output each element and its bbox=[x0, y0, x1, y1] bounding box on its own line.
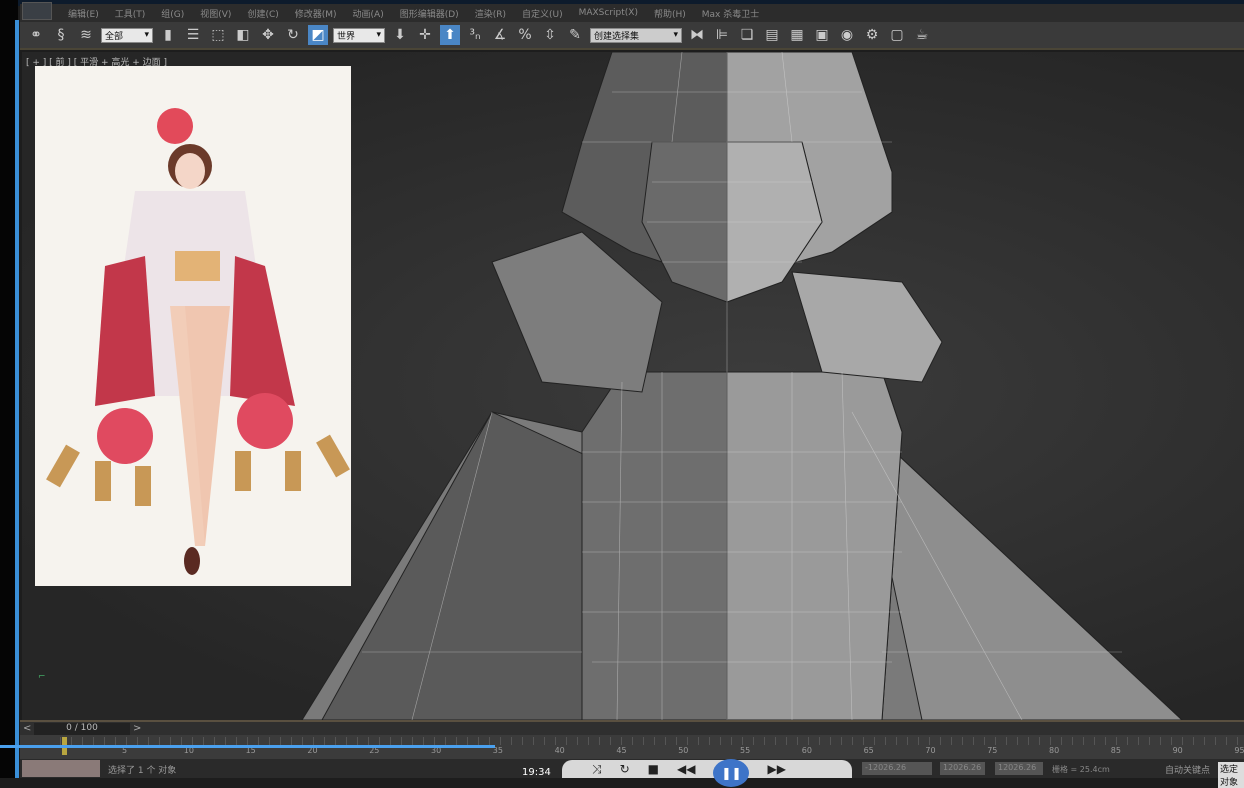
mesh-body-right bbox=[726, 371, 903, 720]
keyboard-shortcut-icon[interactable]: ⬆ bbox=[440, 25, 460, 45]
menu-animation[interactable]: 动画(A) bbox=[345, 7, 392, 20]
render-teapot-icon[interactable]: ☕ bbox=[912, 25, 932, 45]
character-illustration bbox=[46, 108, 350, 575]
layer-manager-icon[interactable]: ❏ bbox=[737, 25, 757, 45]
time-slider[interactable]: < 0 / 100 > bbox=[20, 720, 1244, 735]
select-by-name-icon[interactable]: ☰ bbox=[183, 25, 203, 45]
curve-editor-icon[interactable]: ▦ bbox=[787, 25, 807, 45]
chevron-down-icon: ▾ bbox=[144, 30, 149, 40]
tick-label: 45 bbox=[616, 746, 627, 755]
menu-modifiers[interactable]: 修改器(M) bbox=[287, 7, 345, 20]
prev-frame-icon[interactable]: < bbox=[23, 723, 31, 734]
coord-value: 世界 bbox=[337, 31, 356, 42]
material-editor-icon[interactable]: ◉ bbox=[837, 25, 857, 45]
menu-customize[interactable]: 自定义(U) bbox=[514, 7, 571, 20]
mesh-collar-left bbox=[491, 231, 663, 393]
scale-icon[interactable]: ◩ bbox=[308, 25, 328, 45]
rendered-frame-icon[interactable]: ▢ bbox=[887, 25, 907, 45]
z-coordinate-field[interactable]: 12026.26 bbox=[995, 762, 1043, 775]
next-frame-icon[interactable]: > bbox=[133, 723, 141, 734]
frame-counter[interactable]: 0 / 100 bbox=[34, 723, 130, 735]
menu-antivirus[interactable]: Max 杀毒卫士 bbox=[694, 7, 767, 20]
tick-label: 90 bbox=[1172, 746, 1183, 755]
render-setup-icon[interactable]: ⚙ bbox=[862, 25, 882, 45]
reference-image bbox=[35, 66, 351, 586]
loop-icon[interactable]: ↻ bbox=[620, 762, 630, 776]
tick-label: 55 bbox=[740, 746, 751, 755]
stop-icon[interactable]: ■ bbox=[648, 762, 659, 776]
mirror-icon[interactable]: ⧓ bbox=[687, 25, 707, 45]
spinner-snap-icon[interactable]: ⇳ bbox=[540, 25, 560, 45]
y-coordinate-field[interactable]: 12026.26 bbox=[940, 762, 985, 775]
rewind-icon[interactable]: ◀◀ bbox=[677, 762, 695, 776]
chevron-down-icon: ▾ bbox=[673, 30, 678, 40]
video-progress-bar[interactable] bbox=[0, 745, 495, 748]
pivot-center-icon[interactable]: ⬇ bbox=[390, 25, 410, 45]
tick-label: 80 bbox=[1049, 746, 1060, 755]
tick-label: 75 bbox=[987, 746, 998, 755]
rotate-icon[interactable]: ↻ bbox=[283, 25, 303, 45]
angle-snap-icon[interactable]: ∡ bbox=[490, 25, 510, 45]
move-icon[interactable]: ✥ bbox=[258, 25, 278, 45]
named-selection-value: 创建选择集 bbox=[594, 31, 640, 42]
graphite-tools-icon[interactable]: ▤ bbox=[762, 25, 782, 45]
tick-label: 85 bbox=[1110, 746, 1121, 755]
x-coordinate-field[interactable]: -12026.26 bbox=[862, 762, 932, 775]
maxscript-listener[interactable] bbox=[22, 760, 100, 777]
pause-button[interactable]: ❚❚ bbox=[713, 759, 750, 787]
align-icon[interactable]: ⊫ bbox=[712, 25, 732, 45]
coord-system-dropdown[interactable]: 世界 ▾ bbox=[333, 27, 385, 43]
window-edge bbox=[15, 20, 19, 778]
bind-space-warp-icon[interactable]: ≋ bbox=[76, 25, 96, 45]
status-message: 选择了 1 个 对象 bbox=[108, 766, 177, 776]
app-logo-button[interactable] bbox=[22, 2, 52, 20]
mesh-collar-right bbox=[791, 271, 943, 383]
select-object-icon[interactable]: ▮ bbox=[158, 25, 178, 45]
fast-forward-icon[interactable]: ▶▶ bbox=[767, 762, 785, 776]
tick-label: 65 bbox=[863, 746, 874, 755]
window-crossing-icon[interactable]: ◧ bbox=[233, 25, 253, 45]
menu-edit[interactable]: 编辑(E) bbox=[60, 7, 107, 20]
menu-help[interactable]: 帮助(H) bbox=[646, 7, 694, 20]
manipulate-icon[interactable]: ✛ bbox=[415, 25, 435, 45]
rect-selection-icon[interactable]: ⬚ bbox=[208, 25, 228, 45]
shuffle-icon[interactable]: ⤨ bbox=[592, 762, 602, 777]
track-ticks bbox=[60, 737, 1244, 745]
menu-group[interactable]: 组(G) bbox=[153, 7, 192, 20]
video-time: 19:34 bbox=[522, 767, 551, 778]
chevron-down-icon: ▾ bbox=[376, 30, 381, 40]
named-selection-dropdown[interactable]: 创建选择集 ▾ bbox=[590, 27, 682, 43]
menu-bar: 编辑(E) 工具(T) 组(G) 视图(V) 创建(C) 修改器(M) 动画(A… bbox=[20, 2, 1244, 22]
percent-snap-icon[interactable]: % bbox=[515, 25, 535, 45]
video-controls: ⤨ ↻ ■ ◀◀ ❚❚ ▶▶ bbox=[562, 759, 852, 787]
auto-key-button[interactable]: 自动关键点 bbox=[1165, 763, 1210, 776]
selected-dropdown[interactable]: 选定对象 bbox=[1218, 762, 1244, 788]
unlink-icon[interactable]: § bbox=[51, 25, 71, 45]
menu-maxscript[interactable]: MAXScript(X) bbox=[571, 8, 646, 18]
link-icon[interactable]: ⚭ bbox=[26, 25, 46, 45]
selection-filter-dropdown[interactable]: 全部 ▾ bbox=[101, 27, 153, 43]
tick-label: 40 bbox=[554, 746, 565, 755]
menu-create[interactable]: 创建(C) bbox=[239, 7, 286, 20]
snap-toggle-icon[interactable]: ³ₙ bbox=[465, 25, 485, 45]
menu-rendering[interactable]: 渲染(R) bbox=[467, 7, 514, 20]
mesh-cape-left bbox=[321, 411, 623, 720]
tick-label: 60 bbox=[801, 746, 812, 755]
tick-label: 70 bbox=[925, 746, 936, 755]
edit-named-selection-icon[interactable]: ✎ bbox=[565, 25, 585, 45]
schematic-view-icon[interactable]: ▣ bbox=[812, 25, 832, 45]
menu-views[interactable]: 视图(V) bbox=[192, 7, 239, 20]
menu-graph-editors[interactable]: 图形编辑器(D) bbox=[392, 7, 467, 20]
tick-label: 50 bbox=[678, 746, 689, 755]
grid-size: 栅格 = 25.4cm bbox=[1052, 765, 1110, 774]
filter-value: 全部 bbox=[105, 31, 124, 42]
tick-label: 95 bbox=[1234, 746, 1244, 755]
main-toolbar: ⚭ § ≋ 全部 ▾ ▮ ☰ ⬚ ◧ ✥ ↻ ◩ 世界 ▾ ⬇ ✛ ⬆ ³ₙ ∡ %… bbox=[20, 22, 1244, 50]
axis-gizmo-icon: ⌐ bbox=[38, 672, 46, 682]
menu-tools[interactable]: 工具(T) bbox=[107, 7, 154, 20]
